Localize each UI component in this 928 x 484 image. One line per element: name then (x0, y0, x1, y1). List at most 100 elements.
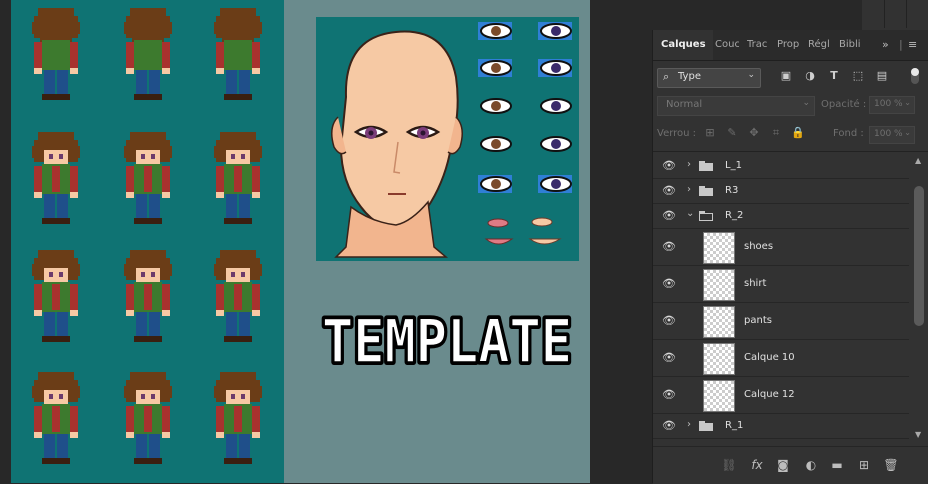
fill-field[interactable]: 100 % ⌄ (869, 126, 915, 144)
layer-group-row[interactable]: 👁 › R3 (653, 179, 909, 204)
eye-icon[interactable]: 👁 (661, 389, 677, 401)
tab-couches[interactable]: Couc (715, 30, 739, 60)
eye-swatch (478, 135, 512, 153)
character-sprite (124, 8, 172, 100)
character-sprite (32, 250, 80, 342)
text-filter-icon[interactable]: T (827, 69, 841, 83)
search-icon: ⌕ (663, 70, 670, 83)
chevron-right-icon[interactable]: › (687, 419, 691, 430)
document-canvas[interactable]: TEMPLATE TEMPLATE (11, 0, 590, 483)
lock-pixels-icon[interactable]: ✎ (725, 126, 739, 140)
lock-artboard-icon[interactable]: ⌗ (769, 126, 783, 140)
character-sprite (32, 132, 80, 224)
eye-icon[interactable]: 👁 (661, 315, 677, 327)
link-icon[interactable]: ⛓ (721, 457, 737, 473)
eye-swatch (538, 97, 572, 115)
eye-icon[interactable]: 👁 (661, 185, 677, 197)
eye-icon[interactable]: 👁 (661, 241, 677, 253)
face-template (316, 17, 579, 261)
layer-group-row[interactable]: 👁 › R_1 (653, 414, 909, 439)
layer-thumbnail (703, 306, 735, 338)
eye-swatch (538, 22, 572, 40)
panel-tabs: Calques Couc Trac Prop Régl Bibli » | ≡ (653, 30, 928, 61)
layer-name: R_1 (725, 420, 744, 431)
layer-name: shirt (744, 278, 767, 289)
collapsed-panel-button[interactable] (884, 0, 907, 28)
chevron-right-icon[interactable]: › (687, 184, 691, 195)
tab-proprietes[interactable]: Prop (777, 30, 801, 60)
eye-swatch (478, 175, 512, 193)
layer-name: R3 (725, 185, 739, 196)
folder-open-icon (699, 211, 713, 221)
new-group-icon[interactable]: ▬ (829, 457, 845, 473)
template-label-inner: TEMPLATE (322, 307, 572, 377)
filter-toggle[interactable] (911, 68, 919, 84)
eye-icon[interactable]: 👁 (661, 278, 677, 290)
tab-reglages[interactable]: Régl (808, 30, 832, 60)
face-illustration (331, 22, 572, 258)
blend-mode-select[interactable]: Normal ⌄ (657, 96, 815, 116)
blend-mode-label: Normal (666, 99, 703, 110)
layer-thumbnail (703, 269, 735, 301)
layer-thumbnail (703, 232, 735, 264)
layers-scrollbar[interactable]: ▲ ▼ (909, 154, 928, 446)
layer-thumbnail (703, 343, 735, 375)
character-sprite (124, 250, 172, 342)
image-filter-icon[interactable]: ▣ (779, 69, 793, 83)
shape-filter-icon[interactable]: ⬚ (851, 69, 865, 83)
collapsed-panel-button[interactable] (906, 0, 928, 28)
layer-name: R_2 (725, 210, 744, 221)
layer-row[interactable]: 👁 Calque 12 (653, 377, 909, 414)
lock-transparency-icon[interactable]: ⊞ (703, 126, 717, 140)
eye-icon[interactable]: 👁 (661, 352, 677, 364)
lock-position-icon[interactable]: ✥ (747, 126, 761, 140)
workspace-gap (590, 0, 652, 483)
new-layer-icon[interactable]: ⊞ (856, 457, 872, 473)
scrollbar-thumb[interactable] (914, 186, 924, 326)
chevron-right-icon[interactable]: › (687, 159, 691, 170)
tab-calques[interactable]: Calques (653, 30, 713, 60)
layer-group-row[interactable]: 👁 ⌄ R_2 (653, 204, 909, 229)
document-canvas-area[interactable]: TEMPLATE TEMPLATE (0, 0, 590, 483)
layers-bottom-bar: ⛓ fx ◙ ◐ ▬ ⊞ 🗑 (653, 446, 928, 484)
layer-row[interactable]: 👁 shoes (653, 229, 909, 266)
trash-icon[interactable]: 🗑 (883, 457, 899, 473)
double-chevron-right-icon[interactable]: » (882, 30, 889, 60)
layer-group-row[interactable]: 👁 › L_1 (653, 154, 909, 179)
chevron-down-icon: ⌄ (747, 70, 755, 80)
layer-row[interactable]: 👁 Calque 10 (653, 340, 909, 377)
filter-type-label: Type (678, 71, 701, 82)
adjustment-layer-icon[interactable]: ◐ (803, 457, 819, 473)
scroll-down-icon[interactable]: ▼ (915, 430, 921, 439)
mask-icon[interactable]: ◙ (775, 457, 791, 473)
eye-swatch (538, 135, 572, 153)
filter-type-select[interactable]: ⌕ Type ⌄ (657, 68, 761, 88)
eye-icon[interactable]: 👁 (661, 160, 677, 172)
adjustment-filter-icon[interactable]: ◑ (803, 69, 817, 83)
lock-label: Verrou : (657, 128, 697, 139)
folder-icon (699, 421, 713, 431)
character-sprite (124, 372, 172, 464)
opacity-label: Opacité : (821, 99, 867, 110)
smart-object-filter-icon[interactable]: ▤ (875, 69, 889, 83)
hamburger-menu-icon[interactable]: ≡ (908, 30, 917, 60)
opacity-field[interactable]: 100 % ⌄ (869, 96, 915, 114)
layer-filter-row: ⌕ Type ⌄ ▣ ◑ T ⬚ ▤ (653, 66, 928, 90)
layer-thumbnail (703, 380, 735, 412)
layer-row[interactable]: 👁 shirt (653, 266, 909, 303)
divider (653, 151, 928, 152)
character-sprite (214, 8, 262, 100)
layer-name: Calque 12 (744, 389, 795, 400)
eye-icon[interactable]: 👁 (661, 420, 677, 432)
template-label-art: TEMPLATE TEMPLATE (316, 302, 579, 380)
scroll-up-icon[interactable]: ▲ (915, 156, 921, 165)
fx-icon[interactable]: fx (749, 457, 765, 473)
chevron-down-icon[interactable]: ⌄ (686, 208, 694, 219)
layer-row[interactable]: 👁 pants (653, 303, 909, 340)
lock-all-icon[interactable]: 🔒 (791, 126, 805, 140)
tab-traces[interactable]: Trac (747, 30, 769, 60)
chevron-down-icon: ⌄ (904, 98, 911, 107)
tab-bibliotheques[interactable]: Bibli (839, 30, 863, 60)
character-sprite (124, 132, 172, 224)
eye-icon[interactable]: 👁 (661, 210, 677, 222)
